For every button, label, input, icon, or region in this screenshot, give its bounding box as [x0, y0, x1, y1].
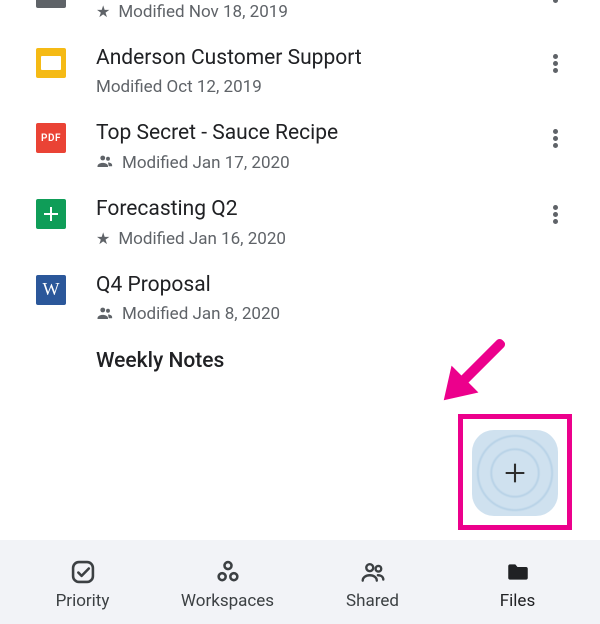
- slides-icon: [36, 48, 66, 78]
- file-info: Weekly Notes: [96, 349, 570, 380]
- shared-icon: [96, 152, 114, 173]
- shared-icon: [96, 304, 114, 325]
- file-row[interactable]: Forecasting Q2 ★ Modified Jan 16, 2020: [0, 185, 600, 260]
- folder-icon: [503, 559, 533, 585]
- file-row[interactable]: Weekly Notes: [0, 337, 600, 381]
- file-modified-text: Modified Jan 17, 2020: [122, 153, 290, 173]
- star-icon: ★: [96, 4, 110, 20]
- nav-label: Shared: [346, 591, 399, 611]
- more-options-button[interactable]: [540, 0, 570, 3]
- create-new-fab[interactable]: [472, 430, 558, 516]
- file-title: Forecasting Q2: [96, 197, 540, 222]
- nav-label: Workspaces: [181, 591, 274, 611]
- nav-label: Files: [500, 591, 535, 611]
- nav-shared[interactable]: Shared: [300, 559, 445, 611]
- file-row[interactable]: ★ Modified Nov 18, 2019: [0, 0, 600, 34]
- file-type-icon: [36, 0, 66, 8]
- star-icon: ★: [96, 231, 110, 247]
- file-meta: ★ Modified Jan 16, 2020: [96, 229, 540, 249]
- priority-icon: [68, 559, 98, 585]
- sheets-icon: [36, 199, 66, 229]
- file-row[interactable]: Anderson Customer Support Modified Oct 1…: [0, 34, 600, 109]
- pdf-icon: PDF: [36, 123, 66, 153]
- file-title: Anderson Customer Support: [96, 46, 540, 71]
- nav-workspaces[interactable]: Workspaces: [155, 559, 300, 611]
- shared-nav-icon: [358, 559, 388, 585]
- file-row[interactable]: W Q4 Proposal Modified Jan 8, 2020: [0, 261, 600, 337]
- bottom-navigation: Priority Workspaces Shared: [0, 540, 600, 624]
- more-options-button[interactable]: [540, 54, 570, 73]
- file-title: Q4 Proposal: [96, 273, 570, 298]
- file-info: ★ Modified Nov 18, 2019: [96, 0, 540, 22]
- file-info: Q4 Proposal Modified Jan 8, 2020: [96, 273, 570, 325]
- file-title: Weekly Notes: [96, 349, 570, 374]
- file-modified-text: Modified Jan 8, 2020: [122, 304, 280, 324]
- more-options-button[interactable]: [540, 129, 570, 148]
- file-info: Top Secret - Sauce Recipe Modified Jan 1…: [96, 121, 540, 173]
- file-title: Top Secret - Sauce Recipe: [96, 121, 540, 146]
- nav-label: Priority: [56, 591, 110, 611]
- file-modified-text: Modified Oct 12, 2019: [96, 77, 262, 97]
- file-meta: ★ Modified Nov 18, 2019: [96, 2, 540, 22]
- file-modified-text: Modified Nov 18, 2019: [118, 2, 288, 22]
- file-meta: Modified Jan 17, 2020: [96, 152, 540, 173]
- file-row[interactable]: PDF Top Secret - Sauce Recipe Modified J…: [0, 109, 600, 185]
- file-meta: Modified Jan 8, 2020: [96, 304, 570, 325]
- workspaces-icon: [213, 559, 243, 585]
- file-info: Forecasting Q2 ★ Modified Jan 16, 2020: [96, 197, 540, 248]
- nav-files[interactable]: Files: [445, 559, 590, 611]
- word-icon: W: [36, 275, 66, 305]
- nav-priority[interactable]: Priority: [10, 559, 155, 611]
- file-meta: Modified Oct 12, 2019: [96, 77, 540, 97]
- file-info: Anderson Customer Support Modified Oct 1…: [96, 46, 540, 97]
- more-options-button[interactable]: [540, 205, 570, 224]
- file-modified-text: Modified Jan 16, 2020: [118, 229, 286, 249]
